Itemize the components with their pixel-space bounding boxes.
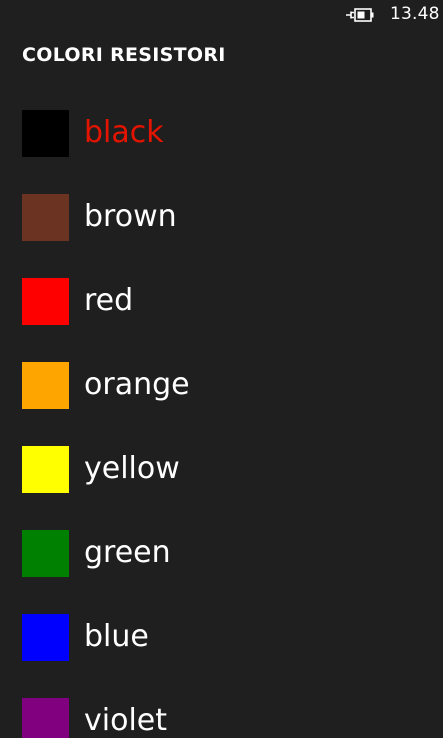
list-item-label: yellow (84, 451, 180, 486)
app-screen: 13.48 COLORI RESISTORI black brown red o… (0, 0, 443, 738)
color-swatch (22, 698, 69, 738)
color-swatch (22, 278, 69, 325)
status-bar: 13.48 (0, 0, 443, 30)
list-item-black[interactable]: black (0, 110, 443, 180)
list-item-blue[interactable]: blue (0, 614, 443, 684)
list-item-label: green (84, 535, 171, 570)
color-swatch (22, 110, 69, 157)
color-swatch (22, 614, 69, 661)
status-clock: 13.48 (390, 4, 440, 24)
list-item-label: brown (84, 199, 177, 234)
page-title: COLORI RESISTORI (22, 44, 226, 66)
battery-charging-icon (346, 8, 374, 22)
list-item-label: red (84, 283, 134, 318)
list-item-orange[interactable]: orange (0, 362, 443, 432)
list-item-red[interactable]: red (0, 278, 443, 348)
color-swatch (22, 446, 69, 493)
list-item-label: black (84, 115, 164, 150)
list-item-label: violet (84, 703, 167, 738)
list-item-yellow[interactable]: yellow (0, 446, 443, 516)
color-swatch (22, 362, 69, 409)
list-item-label: blue (84, 619, 149, 654)
list-item-violet[interactable]: violet (0, 698, 443, 738)
list-item-green[interactable]: green (0, 530, 443, 600)
list-item-label: orange (84, 367, 190, 402)
color-swatch (22, 530, 69, 577)
color-swatch (22, 194, 69, 241)
list-item-brown[interactable]: brown (0, 194, 443, 264)
